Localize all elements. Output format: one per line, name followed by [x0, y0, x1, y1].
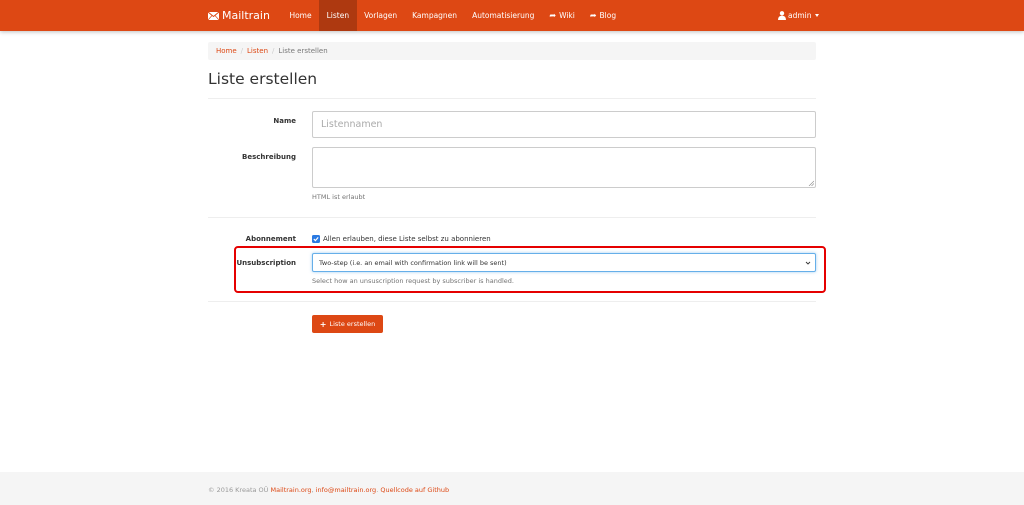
breadcrumb-separator: /	[272, 47, 275, 55]
plus-icon: +	[319, 319, 327, 329]
list-name-input[interactable]	[312, 111, 816, 138]
title-divider	[208, 98, 816, 99]
nav-campaigns[interactable]: Kampagnen	[405, 0, 465, 31]
footer-link-site[interactable]: Mailtrain.org	[271, 486, 312, 494]
nav-home-label: Home	[289, 11, 312, 20]
envelope-icon	[208, 11, 219, 20]
nav-automation-label: Automatisierung	[472, 11, 535, 20]
user-icon	[778, 11, 786, 20]
footer: © 2016 Kreata OÜ Mailtrain.org, info@mai…	[0, 472, 1024, 505]
create-list-button-label: Liste erstellen	[329, 320, 376, 328]
subscription-label: Abonnement	[245, 235, 296, 243]
nav-home[interactable]: Home	[282, 0, 319, 31]
create-list-button[interactable]: + Liste erstellen	[312, 315, 383, 333]
nav-wiki-label: Wiki	[559, 11, 575, 20]
description-help: HTML ist erlaubt	[312, 193, 366, 201]
section-divider	[208, 217, 816, 218]
caret-down-icon	[814, 14, 819, 17]
nav-lists[interactable]: Listen	[319, 0, 357, 31]
breadcrumb-separator: /	[240, 47, 244, 55]
breadcrumb: Home / Listen / Liste erstellen	[208, 42, 816, 60]
share-arrow-icon: ➦	[589, 11, 597, 20]
footer-link-github[interactable]: Quellcode auf Github	[380, 486, 449, 494]
nav-templates-label: Vorlagen	[364, 11, 398, 20]
breadcrumb-lists[interactable]: Listen	[247, 47, 268, 55]
resize-grip-icon[interactable]	[808, 180, 814, 186]
description-textarea[interactable]	[312, 147, 816, 188]
brand-name: Mailtrain	[222, 9, 270, 22]
nav-templates[interactable]: Vorlagen	[357, 0, 405, 31]
footer-link-email[interactable]: info@mailtrain.org	[316, 486, 376, 494]
description-label: Beschreibung	[242, 153, 296, 161]
nav-automation[interactable]: Automatisierung	[465, 0, 542, 31]
highlight-annotation	[234, 246, 826, 293]
subscription-checkbox-label[interactable]: Allen erlauben, diese Liste selbst zu ab…	[323, 235, 491, 243]
section-divider	[208, 301, 816, 302]
navbar-menu: Mailtrain Home Listen Vorlagen Kampagnen…	[208, 0, 624, 31]
footer-copyright: © 2016 Kreata OÜ	[208, 486, 271, 494]
user-name: admin	[788, 11, 812, 20]
page-title: Liste erstellen	[208, 70, 318, 88]
checkmark-icon	[313, 237, 319, 242]
public-subscribe-checkbox[interactable]	[312, 235, 320, 243]
breadcrumb-current: Liste erstellen	[278, 47, 328, 55]
breadcrumb-home[interactable]: Home	[216, 47, 237, 55]
footer-text: © 2016 Kreata OÜ Mailtrain.org, info@mai…	[208, 486, 449, 494]
brand-logo[interactable]: Mailtrain	[208, 9, 270, 22]
nav-wiki[interactable]: ➦ Wiki	[542, 0, 582, 31]
nav-blog-label: Blog	[599, 11, 617, 20]
share-arrow-icon: ➦	[549, 11, 557, 20]
nav-lists-label: Listen	[326, 11, 350, 20]
nav-blog[interactable]: ➦ Blog	[582, 0, 623, 31]
nav-campaigns-label: Kampagnen	[412, 11, 458, 20]
top-navbar: Mailtrain Home Listen Vorlagen Kampagnen…	[0, 0, 1024, 31]
user-menu[interactable]: admin	[778, 0, 819, 31]
name-label: Name	[273, 117, 296, 125]
